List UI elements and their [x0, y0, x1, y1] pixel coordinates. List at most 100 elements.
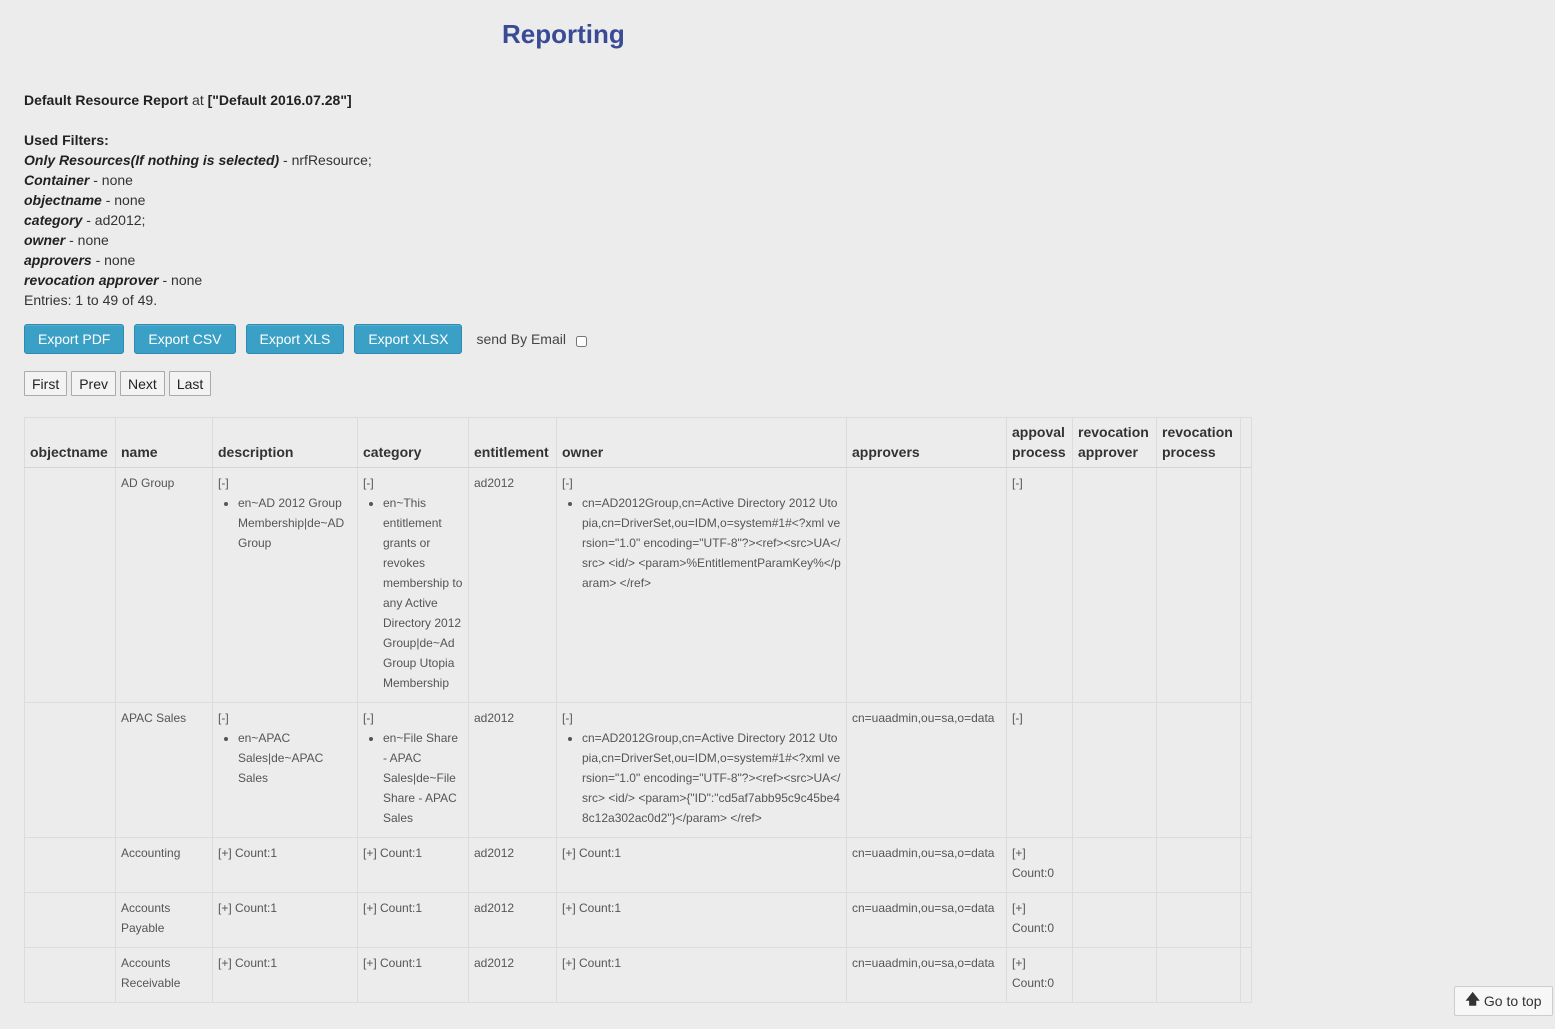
cell-owner: [+] Count:1: [556, 947, 847, 1003]
description-list: en~AD 2012 Group Membership|de~AD Group: [218, 493, 352, 553]
cell-spacer: [1240, 892, 1252, 948]
report-name: Default Resource Report: [24, 92, 189, 108]
approval-toggle[interactable]: [-]: [1012, 711, 1023, 725]
cell-spacer: [1240, 947, 1252, 1003]
description-toggle[interactable]: [+] Count:1: [218, 846, 277, 860]
cell-owner: [-] cn=AD2012Group,cn=Active Directory 2…: [556, 467, 847, 703]
description-item: en~AD 2012 Group Membership|de~AD Group: [238, 493, 352, 553]
cell-approvers: cn=uaadmin,ou=sa,o=data: [846, 702, 1007, 838]
export-csv-button[interactable]: Export CSV: [134, 324, 236, 354]
cell-revocation-process: [1156, 947, 1241, 1003]
col-header-owner[interactable]: owner: [556, 417, 847, 468]
cell-name: Accounting: [115, 837, 213, 893]
cell-approvers: cn=uaadmin,ou=sa,o=data: [846, 947, 1007, 1003]
table-row: Accounts Payable [+] Count:1 [+] Count:1…: [24, 892, 1252, 948]
category-toggle[interactable]: [-]: [363, 476, 374, 490]
owner-toggle[interactable]: [+] Count:1: [562, 901, 621, 915]
approval-toggle[interactable]: [+]: [1012, 956, 1026, 970]
description-toggle[interactable]: [+] Count:1: [218, 901, 277, 915]
filter-label: owner: [24, 232, 66, 248]
prev-page-button[interactable]: Prev: [71, 371, 117, 396]
filter-label: Only Resources(If nothing is selected): [24, 152, 280, 168]
col-header-category[interactable]: category: [357, 417, 469, 468]
cell-description: [+] Count:1: [212, 947, 358, 1003]
filter-label: objectname: [24, 192, 102, 208]
cell-objectname: [24, 947, 116, 1003]
go-to-top-label: Go to top: [1483, 993, 1542, 1009]
header-line: revocation: [1162, 424, 1233, 440]
category-item: en~This entitlement grants or revokes me…: [383, 493, 463, 693]
cell-description: [-] en~APAC Sales|de~APAC Sales: [212, 702, 358, 838]
page-title: Reporting: [502, 19, 625, 49]
approval-toggle[interactable]: [-]: [1012, 476, 1023, 490]
filter-value: - none: [91, 252, 136, 268]
cell-approval-process: [+] Count:0: [1006, 892, 1073, 948]
send-by-email-label: send By Email: [476, 331, 566, 347]
report-header: Default Resource Report at ["Default 201…: [24, 90, 352, 110]
filter-value: - none: [101, 192, 146, 208]
cell-objectname: [24, 702, 116, 838]
col-header-revocation-process[interactable]: revocation process: [1156, 417, 1241, 468]
send-by-email-checkbox[interactable]: [575, 335, 587, 347]
col-header-approvers[interactable]: approvers: [846, 417, 1007, 468]
owner-toggle[interactable]: [+] Count:1: [562, 846, 621, 860]
category-toggle[interactable]: [+] Count:1: [363, 846, 422, 860]
filter-value: - ad2012;: [82, 212, 146, 228]
cell-approvers: cn=uaadmin,ou=sa,o=data: [846, 837, 1007, 893]
header-line: process: [1162, 444, 1216, 460]
owner-item: cn=AD2012Group,cn=Active Directory 2012 …: [582, 493, 841, 593]
export-xlsx-button[interactable]: Export XLSX: [354, 324, 463, 354]
filter-item: objectname - none: [24, 190, 372, 210]
col-header-description[interactable]: description: [212, 417, 358, 468]
cell-name: APAC Sales: [115, 702, 213, 838]
cell-objectname: [24, 837, 116, 893]
cell-entitlement: ad2012: [468, 947, 557, 1003]
last-page-button[interactable]: Last: [168, 371, 212, 396]
cell-approvers: [846, 467, 1007, 703]
export-xls-button[interactable]: Export XLS: [245, 324, 345, 354]
cell-entitlement: ad2012: [468, 892, 557, 948]
export-pdf-button[interactable]: Export PDF: [24, 324, 125, 354]
cell-entitlement: ad2012: [468, 467, 557, 703]
description-toggle[interactable]: [-]: [218, 476, 229, 490]
arrow-up-icon: 🡅: [1465, 991, 1480, 1007]
col-header-entitlement[interactable]: entitlement: [468, 417, 557, 468]
col-header-approval-process[interactable]: appoval process: [1006, 417, 1073, 468]
report-table-container: objectname name description category ent…: [24, 417, 1252, 1003]
category-toggle[interactable]: [-]: [363, 711, 374, 725]
filter-label: revocation approver: [24, 272, 159, 288]
cell-revocation-approver: [1072, 702, 1157, 838]
report-at-value: ["Default 2016.07.28"]: [207, 92, 352, 108]
description-toggle[interactable]: [+] Count:1: [218, 956, 277, 970]
filter-value: - nrfResource;: [279, 152, 372, 168]
first-page-button[interactable]: First: [24, 371, 68, 396]
owner-toggle[interactable]: [-]: [562, 476, 573, 490]
cell-approval-process: [+] Count:0: [1006, 947, 1073, 1003]
owner-list: cn=AD2012Group,cn=Active Directory 2012 …: [562, 493, 841, 593]
category-toggle[interactable]: [+] Count:1: [363, 956, 422, 970]
cell-approval-process: [-]: [1006, 467, 1073, 703]
col-header-objectname[interactable]: objectname: [24, 417, 116, 468]
owner-toggle[interactable]: [-]: [562, 711, 573, 725]
cell-approval-process: [+] Count:0: [1006, 837, 1073, 893]
approval-toggle[interactable]: [+]: [1012, 846, 1026, 860]
entries-count: Entries: 1 to 49 of 49.: [24, 292, 158, 308]
table-row: AD Group [-] en~AD 2012 Group Membership…: [24, 467, 1252, 703]
col-header-name[interactable]: name: [115, 417, 213, 468]
filter-item: category - ad2012;: [24, 210, 372, 230]
used-filters: Used Filters: Only Resources(If nothing …: [24, 130, 372, 310]
owner-toggle[interactable]: [+] Count:1: [562, 956, 621, 970]
cell-entitlement: ad2012: [468, 837, 557, 893]
header-line: approver: [1078, 444, 1138, 460]
approval-toggle[interactable]: [+]: [1012, 901, 1026, 915]
cell-owner: [+] Count:1: [556, 892, 847, 948]
go-to-top-button[interactable]: 🡅 Go to top: [1454, 986, 1553, 1016]
col-header-revocation-approver[interactable]: revocation approver: [1072, 417, 1157, 468]
send-by-email[interactable]: send By Email: [476, 331, 587, 347]
description-toggle[interactable]: [-]: [218, 711, 229, 725]
col-header-spacer: [1240, 417, 1252, 468]
next-page-button[interactable]: Next: [120, 371, 165, 396]
filter-label: category: [24, 212, 83, 228]
category-toggle[interactable]: [+] Count:1: [363, 901, 422, 915]
approval-count: Count:0: [1012, 866, 1055, 880]
